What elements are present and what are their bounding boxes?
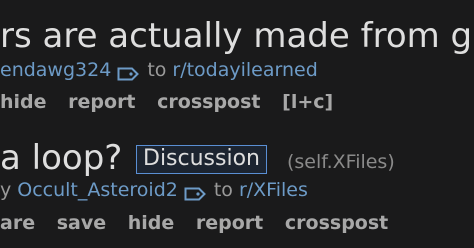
tag-icon[interactable] — [184, 183, 206, 201]
post-title-link[interactable]: a loop? — [0, 138, 122, 178]
tag-icon[interactable] — [117, 63, 140, 81]
domain-link[interactable]: (self.XFiles) — [287, 150, 395, 174]
hide-button[interactable]: hide — [0, 91, 47, 113]
author-link[interactable]: Occult_Asteroid2 — [17, 178, 178, 202]
hide-button[interactable]: hide — [128, 212, 175, 234]
to-label: to — [213, 179, 233, 201]
to-label: to — [147, 59, 167, 81]
author-link[interactable]: endawg324 — [0, 58, 111, 82]
live-comments-button[interactable]: [l+c] — [282, 91, 333, 113]
crosspost-button[interactable]: crosspost — [157, 91, 260, 113]
flair-badge[interactable]: Discussion — [136, 145, 267, 174]
share-button[interactable]: are — [0, 212, 35, 234]
save-button[interactable]: save — [57, 212, 106, 234]
post-actions: are save hide report crosspost — [0, 211, 403, 235]
post-actions: hide report crosspost [l+c] — [0, 90, 348, 114]
post-tagline: endawg324 to r/todayilearned — [0, 58, 318, 82]
subreddit-link[interactable]: r/todayilearned — [172, 58, 317, 82]
report-button[interactable]: report — [68, 91, 135, 113]
report-button[interactable]: report — [196, 212, 263, 234]
by-label: y — [0, 179, 12, 201]
subreddit-link[interactable]: r/XFiles — [239, 178, 308, 202]
post-list: rs are actually made from gre endawg324 … — [0, 0, 474, 248]
post-tagline: y Occult_Asteroid2 to r/XFiles — [0, 178, 308, 202]
post-title-link[interactable]: rs are actually made from gre — [0, 16, 474, 56]
crosspost-button[interactable]: crosspost — [285, 212, 388, 234]
